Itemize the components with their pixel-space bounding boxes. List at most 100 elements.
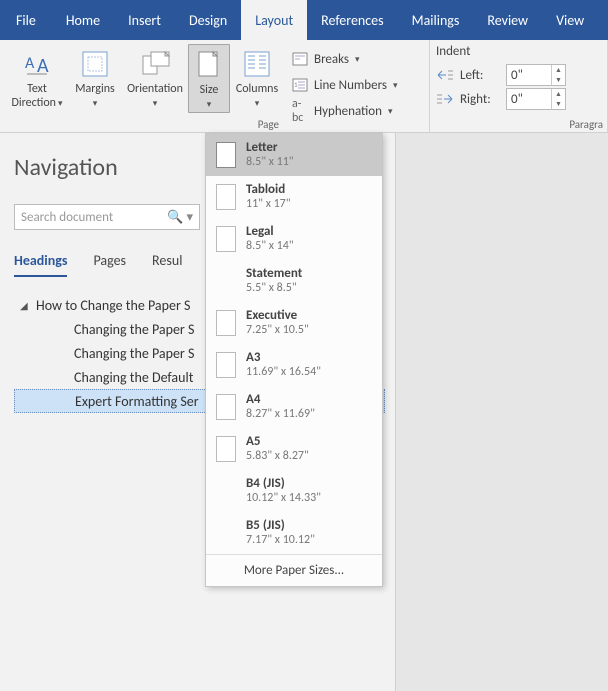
paragraph-group-label: Paragra <box>430 118 607 132</box>
size-option-dimensions: 10.12" x 14.33" <box>246 491 321 506</box>
spin-down-icon[interactable]: ▼ <box>552 75 565 85</box>
page-icon <box>216 310 236 336</box>
page-icon <box>216 478 236 504</box>
tab-home[interactable]: Home <box>52 0 114 40</box>
indent-left-icon <box>436 68 454 82</box>
svg-text:1: 1 <box>294 80 298 89</box>
nav-tab-pages[interactable]: Pages <box>93 252 126 277</box>
size-option-a4[interactable]: A48.27" x 11.69" <box>206 386 382 428</box>
size-option-letter[interactable]: Letter8.5" x 11" <box>206 134 382 176</box>
outline-item-label: Expert Formatting Ser <box>75 393 199 410</box>
text-direction-label: Text Direction <box>11 82 56 110</box>
spin-down-icon[interactable]: ▼ <box>552 99 565 109</box>
columns-button[interactable]: Columns▾ <box>230 44 284 111</box>
size-option-dimensions: 11" x 17" <box>246 197 291 212</box>
size-option-name: A5 <box>246 434 309 449</box>
margins-label: Margins <box>75 82 114 96</box>
size-option-a3[interactable]: A311.69" x 16.54" <box>206 344 382 386</box>
indent-title: Indent <box>436 44 601 59</box>
columns-label: Columns <box>236 82 278 96</box>
size-option-name: Letter <box>246 140 294 155</box>
breaks-icon <box>292 52 308 66</box>
tab-insert[interactable]: Insert <box>114 0 175 40</box>
spin-up-icon[interactable]: ▲ <box>552 65 565 75</box>
size-option-dimensions: 8.27" x 11.69" <box>246 407 315 422</box>
page-icon <box>216 226 236 252</box>
page-icon <box>216 142 236 168</box>
tab-references[interactable]: References <box>307 0 397 40</box>
svg-text:A: A <box>25 54 35 73</box>
text-direction-icon: AA <box>21 48 53 80</box>
nav-tab-results[interactable]: Resul <box>152 252 182 277</box>
size-option-dimensions: 7.25" x 10.5" <box>246 323 309 338</box>
tab-mailings[interactable]: Mailings <box>398 0 474 40</box>
indent-right-label: Right: <box>460 92 500 107</box>
collapse-icon[interactable]: ◢ <box>20 299 32 312</box>
line-numbers-button[interactable]: 1 Line Numbers▾ <box>288 74 402 96</box>
tab-view[interactable]: View <box>542 0 598 40</box>
size-option-name: B5 (JIS) <box>246 518 315 533</box>
size-option-dimensions: 11.69" x 16.54" <box>246 365 321 380</box>
size-option-dimensions: 5.83" x 8.27" <box>246 449 309 464</box>
outline-item-label: Changing the Default <box>74 369 193 386</box>
size-label: Size <box>200 83 219 97</box>
indent-left-value: 0" <box>507 68 551 83</box>
columns-icon <box>241 48 273 80</box>
breaks-label: Breaks <box>314 52 349 67</box>
size-option-name: Legal <box>246 224 294 239</box>
page-setup-group-label: Page <box>0 118 429 132</box>
size-dropdown: Letter8.5" x 11"Tabloid11" x 17"Legal8.5… <box>205 133 383 587</box>
line-numbers-icon: 1 <box>292 78 308 92</box>
page-icon <box>216 394 236 420</box>
outline-item-label: Changing the Paper S <box>74 345 194 362</box>
line-numbers-label: Line Numbers <box>314 78 387 93</box>
search-icon: 🔍 ▾ <box>167 210 193 225</box>
margins-button[interactable]: Margins▾ <box>68 44 122 111</box>
more-paper-sizes[interactable]: More Paper Sizes... <box>206 554 382 586</box>
spin-up-icon[interactable]: ▲ <box>552 89 565 99</box>
nav-tab-headings[interactable]: Headings <box>14 252 67 277</box>
page-icon <box>216 436 236 462</box>
indent-left-label: Left: <box>460 68 500 83</box>
ribbon: AA Text Direction ▾ Margins▾ Orientation… <box>0 40 608 133</box>
size-option-name: B4 (JIS) <box>246 476 321 491</box>
size-button[interactable]: Size▾ <box>188 44 230 113</box>
document-area <box>396 133 608 691</box>
size-option-name: A3 <box>246 350 321 365</box>
search-placeholder: Search document <box>21 210 113 225</box>
margins-icon <box>79 48 111 80</box>
outline-root-label: How to Change the Paper S <box>36 297 190 314</box>
indent-left-input[interactable]: 0" ▲▼ <box>506 64 566 86</box>
outline-item-label: Changing the Paper S <box>74 321 194 338</box>
page-icon <box>216 268 236 294</box>
orientation-label: Orientation <box>127 82 183 96</box>
tab-file[interactable]: File <box>0 0 52 40</box>
size-option-b4-jis-[interactable]: B4 (JIS)10.12" x 14.33" <box>206 470 382 512</box>
size-option-name: A4 <box>246 392 315 407</box>
menu-bar: File Home Insert Design Layout Reference… <box>0 0 608 40</box>
size-option-a5[interactable]: A55.83" x 8.27" <box>206 428 382 470</box>
size-option-b5-jis-[interactable]: B5 (JIS)7.17" x 10.12" <box>206 512 382 554</box>
size-option-dimensions: 7.17" x 10.12" <box>246 533 315 548</box>
tab-layout[interactable]: Layout <box>241 0 307 40</box>
size-option-tabloid[interactable]: Tabloid11" x 17" <box>206 176 382 218</box>
page-icon <box>216 352 236 378</box>
size-option-statement[interactable]: Statement5.5" x 8.5" <box>206 260 382 302</box>
tab-design[interactable]: Design <box>175 0 241 40</box>
indent-right-value: 0" <box>507 92 551 107</box>
size-option-name: Executive <box>246 308 309 323</box>
size-option-name: Statement <box>246 266 302 281</box>
orientation-icon <box>139 48 171 80</box>
size-option-executive[interactable]: Executive7.25" x 10.5" <box>206 302 382 344</box>
size-icon <box>193 49 225 81</box>
size-option-dimensions: 5.5" x 8.5" <box>246 281 302 296</box>
orientation-button[interactable]: Orientation▾ <box>122 44 188 111</box>
size-option-legal[interactable]: Legal8.5" x 14" <box>206 218 382 260</box>
page-icon <box>216 184 236 210</box>
breaks-button[interactable]: Breaks▾ <box>288 48 402 70</box>
size-option-dimensions: 8.5" x 14" <box>246 239 294 254</box>
text-direction-button[interactable]: AA Text Direction ▾ <box>6 44 68 111</box>
tab-review[interactable]: Review <box>473 0 542 40</box>
search-input[interactable]: Search document 🔍 ▾ <box>14 204 200 230</box>
indent-right-input[interactable]: 0" ▲▼ <box>506 88 566 110</box>
